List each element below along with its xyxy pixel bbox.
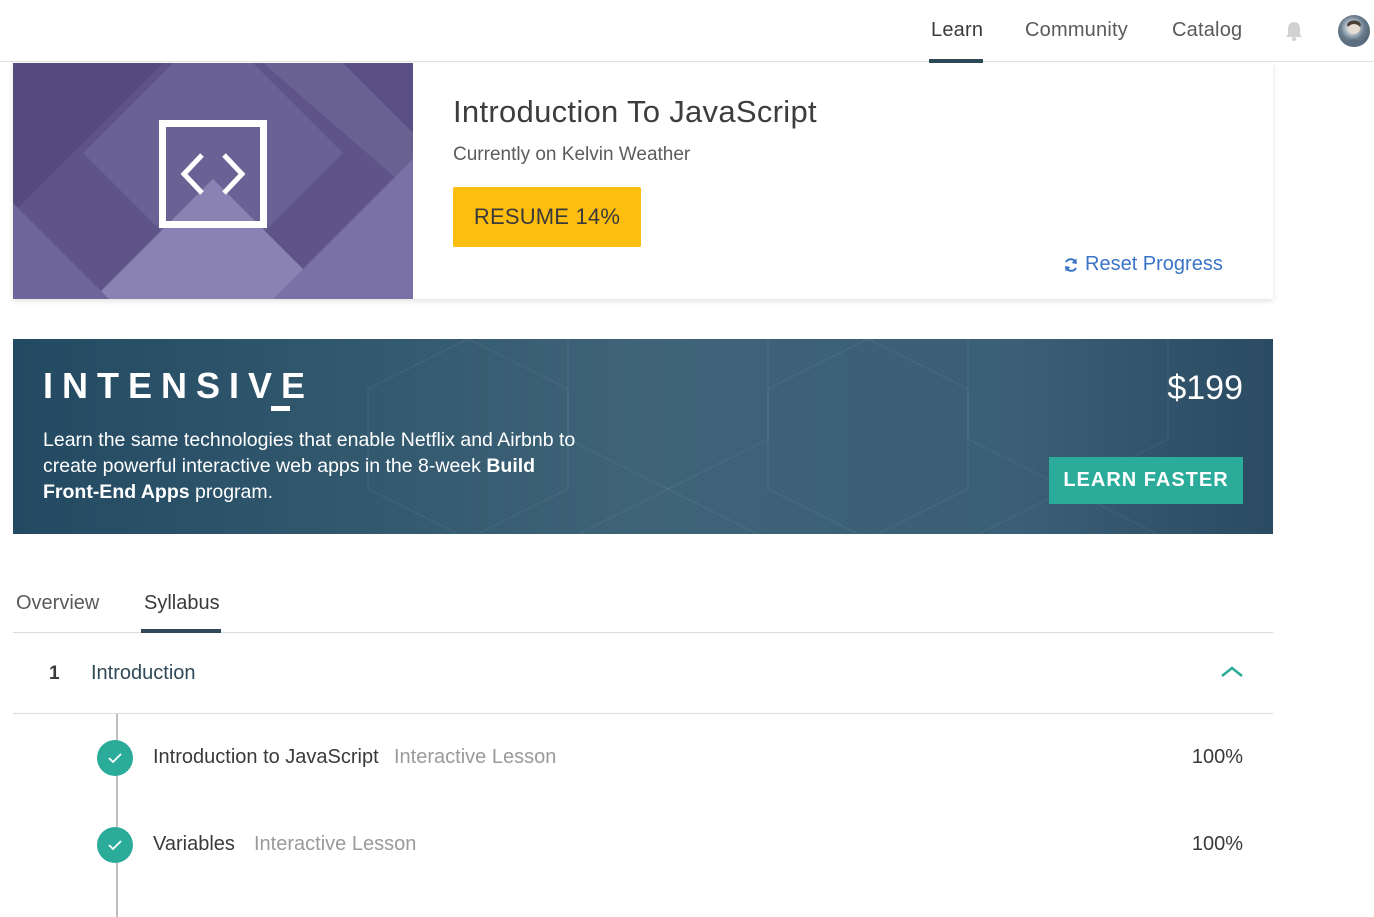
banner-price: $199 <box>1167 369 1243 407</box>
reset-progress-label: Reset Progress <box>1085 253 1223 275</box>
section-title: Introduction <box>91 662 196 684</box>
syllabus-section-header[interactable]: 1 Introduction <box>13 634 1273 714</box>
course-title: Introduction To JavaScript <box>453 94 817 129</box>
tab-syllabus[interactable]: Syllabus <box>144 592 220 615</box>
course-card: Introduction To JavaScript Currently on … <box>13 63 1273 299</box>
learn-faster-button[interactable]: LEARN FASTER <box>1049 457 1243 504</box>
nav-catalog[interactable]: Catalog <box>1172 19 1242 42</box>
lesson-type: Interactive Lesson <box>254 833 417 855</box>
lesson-title: Variables <box>153 833 235 855</box>
chevron-up-icon[interactable] <box>1220 664 1244 680</box>
lesson-progress: 100% <box>1191 746 1243 768</box>
lesson-row[interactable]: Introduction to JavaScript Interactive L… <box>13 730 1273 790</box>
reset-progress-link[interactable]: Reset Progress <box>1063 253 1223 276</box>
course-artwork <box>13 63 413 299</box>
lesson-progress: 100% <box>1191 833 1243 855</box>
nav-community[interactable]: Community <box>1025 19 1128 42</box>
banner-text-part-2: program. <box>189 481 274 503</box>
resume-button[interactable]: RESUME 14% <box>453 187 641 247</box>
code-brackets-icon <box>159 120 267 228</box>
top-navigation: Learn Community Catalog <box>0 0 1374 63</box>
section-number: 1 <box>49 663 60 684</box>
check-icon <box>97 740 133 776</box>
check-icon <box>97 827 133 863</box>
intensive-banner: INTENSIVE Learn the same technologies th… <box>13 339 1273 534</box>
bell-icon[interactable] <box>1284 20 1304 42</box>
lesson-row[interactable]: Variables Interactive Lesson 100% <box>13 817 1273 877</box>
nav-learn[interactable]: Learn <box>931 19 983 42</box>
course-current-lesson: Currently on Kelvin Weather <box>453 144 691 165</box>
lesson-title: Introduction to JavaScript <box>153 746 379 768</box>
intensive-logo: INTENSIVE <box>43 365 315 406</box>
refresh-icon <box>1065 257 1077 272</box>
course-tabs: Overview Syllabus <box>13 580 1273 633</box>
intensive-logo-bar <box>271 406 290 411</box>
user-avatar[interactable] <box>1338 15 1370 47</box>
tab-overview[interactable]: Overview <box>16 592 99 615</box>
tab-active-indicator <box>141 629 221 633</box>
lesson-type: Interactive Lesson <box>394 746 557 768</box>
banner-description: Learn the same technologies that enable … <box>43 427 583 505</box>
